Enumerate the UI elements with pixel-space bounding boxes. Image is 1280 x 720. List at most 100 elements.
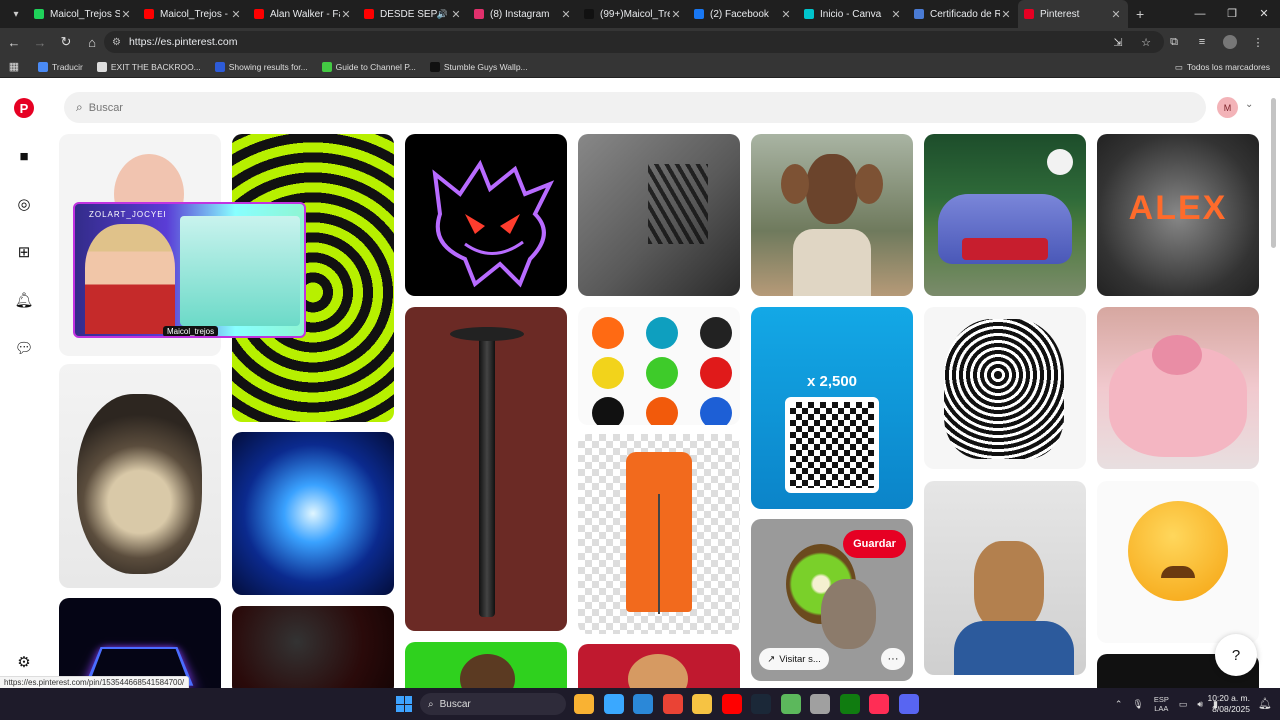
- tab-close-icon[interactable]: ✕: [780, 8, 792, 21]
- bookmark-star-icon[interactable]: ☆: [1132, 36, 1160, 49]
- microphone-icon[interactable]: 🎙︎: [1132, 699, 1143, 710]
- pin-smiling-monkey[interactable]: [59, 364, 221, 588]
- tab-close-icon[interactable]: ✕: [1000, 8, 1012, 21]
- pin-colored-spheres[interactable]: [578, 307, 740, 425]
- tab-close-icon[interactable]: ✕: [120, 8, 132, 21]
- browser-tab[interactable]: Maicol_Trejos - Yo✕: [138, 0, 248, 28]
- bookmark-item[interactable]: Guide to Channel P...: [321, 61, 416, 72]
- new-tab-button[interactable]: +: [1136, 6, 1144, 22]
- browser-tab[interactable]: Certificado de Re ✕: [908, 0, 1018, 28]
- pin-alex-graffiti[interactable]: ALEX: [1097, 134, 1259, 296]
- pin-shark-car[interactable]: [924, 134, 1086, 296]
- chevron-down-icon[interactable]: ⌄: [1245, 99, 1253, 110]
- browser-tab[interactable]: (2) Facebook ✕: [688, 0, 798, 28]
- profile-avatar[interactable]: M: [1217, 97, 1238, 118]
- site-info-icon[interactable]: ⚙: [112, 37, 121, 48]
- all-bookmarks-folder[interactable]: ▭ Todos los marcadores: [1175, 56, 1270, 78]
- minimize-button[interactable]: —: [1184, 0, 1216, 28]
- taskbar-app-icon[interactable]: [810, 694, 830, 714]
- forward-arrow-icon[interactable]: →: [28, 35, 52, 50]
- apps-grid-icon[interactable]: ▦: [2, 60, 26, 73]
- visit-site-button[interactable]: ↗ Visitar s...: [759, 648, 829, 670]
- tray-chevron-icon[interactable]: ⌃: [1115, 699, 1123, 710]
- pin-man-big-ears[interactable]: [751, 134, 913, 296]
- language-indicator[interactable]: ESP LAA: [1154, 695, 1169, 713]
- notifications-bell-icon[interactable]: 🔔︎: [14, 290, 34, 310]
- pin-orange-jumpsuit[interactable]: [578, 434, 740, 634]
- taskbar-app-icon[interactable]: [633, 694, 653, 714]
- tab-close-icon[interactable]: ✕: [560, 8, 572, 21]
- scrollbar-thumb[interactable]: [1271, 98, 1276, 248]
- tab-close-icon[interactable]: ✕: [1110, 8, 1122, 21]
- browser-tab[interactable]: (99+)Maicol_Treje✕: [578, 0, 688, 28]
- page-scrollbar[interactable]: [1271, 84, 1277, 688]
- taskbar-app-icon[interactable]: [751, 694, 771, 714]
- taskbar-clock[interactable]: 10:20 a. m. 8/08/2025: [1207, 693, 1250, 715]
- maximize-button[interactable]: ❐: [1216, 0, 1248, 28]
- browser-tab[interactable]: Alan Walker - Fad✕: [248, 0, 358, 28]
- save-button[interactable]: Guardar: [843, 530, 906, 558]
- tab-close-icon[interactable]: ✕: [450, 8, 462, 21]
- pin-neck-tattoo[interactable]: [578, 134, 740, 296]
- taskbar-app-icon[interactable]: [574, 694, 594, 714]
- browser-tab[interactable]: Maicol_Trejos Stre✕: [28, 0, 138, 28]
- close-window-button[interactable]: ✕: [1248, 0, 1280, 28]
- bookmark-item[interactable]: Stumble Guys Wallp...: [429, 61, 528, 72]
- settings-gear-icon[interactable]: ⚙: [14, 652, 34, 672]
- bookmark-item[interactable]: Traducir: [38, 61, 83, 72]
- back-arrow-icon[interactable]: ←: [2, 35, 26, 50]
- explore-compass-icon[interactable]: ◎: [14, 194, 34, 214]
- reload-icon[interactable]: ↻: [54, 34, 78, 50]
- messages-icon[interactable]: 💬︎: [14, 338, 34, 358]
- taskbar-app-icon[interactable]: [692, 694, 712, 714]
- tab-close-icon[interactable]: ✕: [230, 8, 242, 21]
- pin-dark-sword[interactable]: [405, 307, 567, 631]
- browser-tab[interactable]: DESDE SEPTIE🔊✕: [358, 0, 468, 28]
- browser-profile-avatar[interactable]: [1223, 35, 1237, 49]
- taskbar-app-icon[interactable]: [839, 694, 860, 714]
- pin-angry-emoji[interactable]: [1097, 481, 1259, 643]
- pin-stressed-woman[interactable]: [924, 481, 1086, 675]
- taskbar-app-icon[interactable]: [603, 694, 624, 714]
- pinterest-search-bar[interactable]: ⌕: [64, 92, 1206, 123]
- browser-tab[interactable]: (8) Instagram ✕: [468, 0, 578, 28]
- browser-tab[interactable]: Inicio - Canva ✕: [798, 0, 908, 28]
- pinterest-logo-icon[interactable]: P: [14, 98, 34, 118]
- create-plus-icon[interactable]: ⊞: [14, 242, 34, 262]
- taskbar-app-icon[interactable]: [869, 694, 889, 714]
- tab-close-icon[interactable]: ✕: [890, 8, 902, 21]
- install-app-icon[interactable]: ⇲: [1104, 36, 1132, 49]
- tab-search-icon[interactable]: ▾: [4, 4, 28, 24]
- pin-pink-cake[interactable]: [1097, 307, 1259, 469]
- bookmark-item[interactable]: Showing results for...: [214, 61, 308, 72]
- taskbar-app-icon[interactable]: [898, 694, 919, 714]
- pin-neon-gengar[interactable]: [405, 134, 567, 296]
- search-input[interactable]: [88, 101, 489, 114]
- taskbar-app-icon[interactable]: [721, 694, 742, 714]
- tab-close-icon[interactable]: ✕: [340, 8, 352, 21]
- taskbar-search[interactable]: ⌕ Buscar: [420, 693, 566, 715]
- taskbar-app-icon[interactable]: [662, 694, 683, 714]
- volume-icon[interactable]: 🔊︎: [1197, 699, 1203, 710]
- pin-blue-lightning[interactable]: [232, 432, 394, 595]
- windows-start-icon[interactable]: [396, 696, 412, 712]
- more-options-button[interactable]: ···: [881, 648, 905, 670]
- external-link-icon: ↗: [767, 653, 776, 665]
- browser-tab[interactable]: Pinterest ✕: [1018, 0, 1128, 28]
- notifications-icon[interactable]: 🔔︎: [1258, 697, 1272, 710]
- pin-dark-red-texture[interactable]: [232, 606, 394, 696]
- pin-qr-gems[interactable]: x 2,500: [751, 307, 913, 509]
- help-question-icon[interactable]: ?: [1215, 634, 1257, 676]
- browser-menu-icon[interactable]: ⋮: [1244, 36, 1272, 49]
- media-icon[interactable]: ≡: [1188, 36, 1216, 48]
- tab-close-icon[interactable]: ✕: [670, 8, 682, 21]
- network-icon[interactable]: ▭: [1179, 699, 1188, 710]
- tab-audio-icon[interactable]: 🔊: [437, 9, 448, 20]
- home-icon[interactable]: ■: [14, 146, 34, 166]
- address-bar[interactable]: ⚙ https://es.pinterest.com: [104, 31, 1164, 53]
- pin-tribal-gorilla[interactable]: [924, 307, 1086, 469]
- extensions-icon[interactable]: ⧉: [1160, 36, 1188, 49]
- taskbar-app-icon[interactable]: [780, 694, 801, 714]
- bookmark-item[interactable]: EXIT THE BACKROO...: [96, 61, 201, 72]
- home-icon[interactable]: ⌂: [80, 35, 104, 50]
